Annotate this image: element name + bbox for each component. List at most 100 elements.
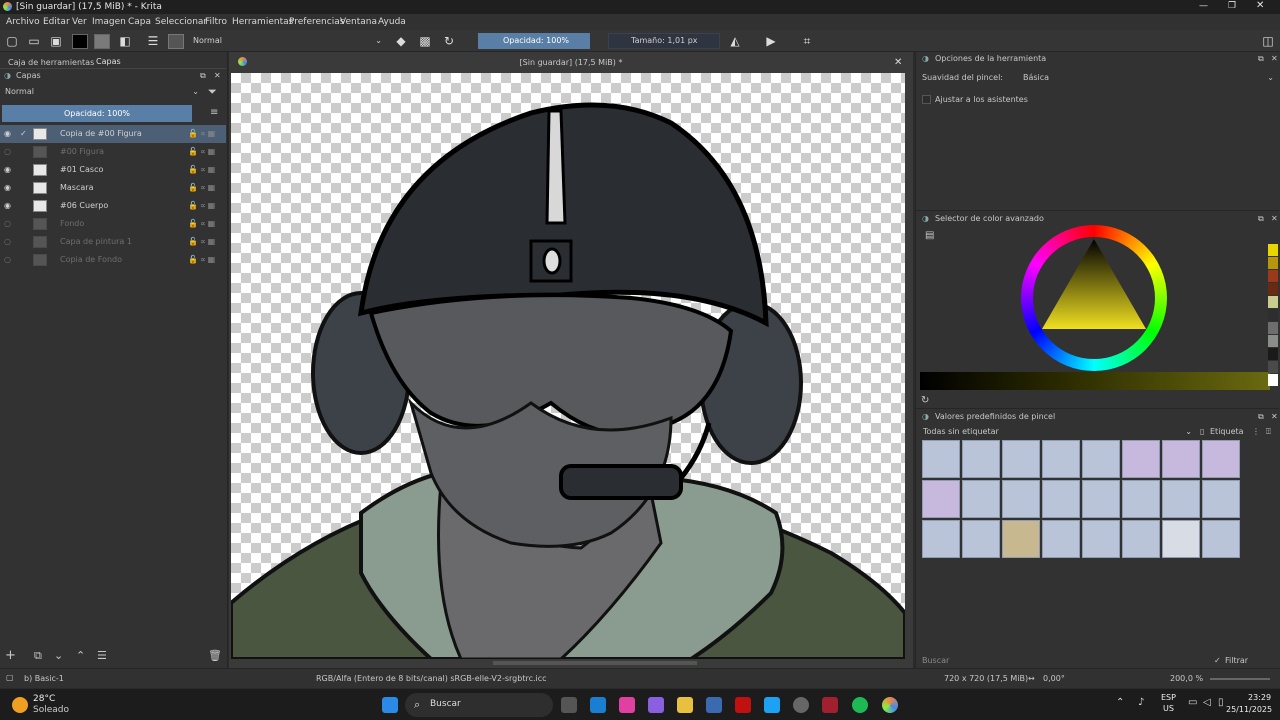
color-swatch[interactable] bbox=[1268, 348, 1278, 360]
menu-capa[interactable]: Capa bbox=[128, 17, 151, 27]
eraser-icon[interactable]: ◆ bbox=[394, 34, 408, 48]
layer-row[interactable]: ◉ Mascara 🔓∝▦ bbox=[0, 179, 226, 197]
float-panel-icon[interactable]: ⧉ bbox=[1258, 212, 1264, 225]
brush-preset-tile[interactable] bbox=[922, 520, 960, 558]
brush-preset-tile[interactable] bbox=[922, 440, 960, 478]
hamburger-menu-icon[interactable]: ≡ bbox=[210, 107, 218, 118]
task-view-icon[interactable] bbox=[561, 697, 577, 713]
windows-start-icon[interactable] bbox=[382, 697, 398, 713]
krita-taskbar-icon[interactable] bbox=[882, 697, 898, 713]
save-icon[interactable]: ▣ bbox=[49, 34, 63, 48]
brush-preset-tile[interactable] bbox=[1162, 520, 1200, 558]
clock-time[interactable]: 23:29 bbox=[1248, 693, 1271, 702]
layer-lock-icon[interactable]: 🔓∝▦ bbox=[188, 215, 217, 233]
color-swatch[interactable] bbox=[1268, 335, 1278, 347]
brush-preset-tile[interactable] bbox=[962, 440, 1000, 478]
brush-preset-tile[interactable] bbox=[1122, 520, 1160, 558]
menu-filtro[interactable]: Filtro bbox=[205, 17, 227, 27]
eye-icon[interactable]: ◉ bbox=[4, 125, 14, 143]
layer-lock-icon[interactable]: 🔓∝▦ bbox=[188, 233, 217, 251]
brush-preset-tile[interactable] bbox=[1002, 440, 1040, 478]
taskbar-search[interactable]: ⌕ Buscar bbox=[405, 693, 553, 717]
brush-preset-tile[interactable] bbox=[1162, 440, 1200, 478]
brush-preset-tile[interactable] bbox=[1002, 520, 1040, 558]
layer-row[interactable]: ◉ #06 Cuerpo 🔓∝▦ bbox=[0, 197, 226, 215]
battery-icon[interactable]: ▯ bbox=[1218, 697, 1224, 708]
layer-row[interactable]: ○ Copia de Fondo 🔓∝▦ bbox=[0, 251, 226, 269]
chevron-up-icon[interactable]: ⌃ bbox=[1116, 697, 1124, 708]
color-swatch[interactable] bbox=[1268, 296, 1278, 308]
app-icon[interactable] bbox=[619, 697, 635, 713]
scrollbar-thumb[interactable] bbox=[493, 661, 697, 665]
brush-preset-tile[interactable] bbox=[1042, 440, 1080, 478]
app-icon[interactable] bbox=[793, 697, 809, 713]
add-layer-icon[interactable]: + bbox=[5, 648, 16, 663]
menu-imagen[interactable]: Imagen bbox=[92, 17, 126, 27]
brush-preset-tile[interactable] bbox=[922, 480, 960, 518]
brush-preset-tile[interactable] bbox=[1202, 440, 1240, 478]
store-icon[interactable] bbox=[706, 697, 722, 713]
layer-lock-icon[interactable]: 🔓∝▦ bbox=[188, 251, 217, 269]
brush-preset-tile[interactable] bbox=[1122, 440, 1160, 478]
color-swatch[interactable] bbox=[1268, 270, 1278, 282]
brush-preset-tile[interactable] bbox=[1002, 480, 1040, 518]
tag-label[interactable]: Etiqueta bbox=[1210, 425, 1244, 438]
menu-preferencias[interactable]: Preferencias bbox=[289, 17, 344, 27]
color-swatch[interactable] bbox=[1268, 283, 1278, 295]
close-panel-icon[interactable]: ✕ bbox=[1271, 52, 1278, 65]
app-icon[interactable] bbox=[822, 697, 838, 713]
file-explorer-icon[interactable] bbox=[677, 697, 693, 713]
copilot-icon[interactable] bbox=[648, 697, 664, 713]
preset-search-input[interactable]: Buscar bbox=[922, 654, 949, 667]
layer-blend-mode-select[interactable]: Normal ⌄ bbox=[2, 85, 202, 99]
alpha-lock-icon[interactable]: ▩ bbox=[418, 34, 432, 48]
reload-preset-icon[interactable]: ↻ bbox=[442, 34, 456, 48]
minimize-button[interactable]: — bbox=[1199, 1, 1208, 11]
menu-ayuda[interactable]: Ayuda bbox=[378, 17, 406, 27]
drawing-canvas[interactable] bbox=[231, 73, 905, 659]
float-panel-icon[interactable]: ⧉ bbox=[200, 69, 206, 82]
duplicate-layer-icon[interactable]: ⧉ bbox=[34, 649, 42, 663]
float-panel-icon[interactable]: ⧉ bbox=[1258, 410, 1264, 423]
layer-row[interactable]: ◉ ✓ Copia de #00 Figura 🔓∝▦ bbox=[0, 125, 226, 143]
netflix-icon[interactable] bbox=[735, 697, 751, 713]
fill-patterns-icon[interactable]: ☰ bbox=[146, 34, 160, 48]
import-preset-icon[interactable]: ⍐ bbox=[1266, 425, 1271, 438]
color-swatch[interactable] bbox=[1268, 361, 1278, 373]
layer-properties-icon[interactable]: ☰ bbox=[97, 649, 107, 662]
crop-icon[interactable]: ⌗ bbox=[800, 34, 814, 48]
menu-ventana[interactable]: Ventana bbox=[340, 17, 377, 27]
menu-seleccionar[interactable]: Seleccionar bbox=[155, 17, 207, 27]
brush-preset-tile[interactable] bbox=[1082, 440, 1120, 478]
brush-preset-tile[interactable] bbox=[1042, 520, 1080, 558]
menu-ver[interactable]: Ver bbox=[72, 17, 87, 27]
network-icon[interactable]: ▭ bbox=[1188, 697, 1197, 708]
eye-hidden-icon[interactable]: ○ bbox=[4, 251, 14, 269]
move-layer-up-icon[interactable]: ⌃ bbox=[76, 649, 85, 662]
eye-hidden-icon[interactable]: ○ bbox=[4, 215, 14, 233]
tab-layers[interactable]: Capas bbox=[96, 55, 121, 68]
color-swatch[interactable] bbox=[1268, 257, 1278, 269]
filter-tag-label[interactable]: Filtrar etiqueta bbox=[1225, 654, 1280, 678]
menu-editar[interactable]: Editar bbox=[43, 17, 70, 27]
brush-preset-tile[interactable] bbox=[1202, 520, 1240, 558]
eye-icon[interactable]: ◉ bbox=[4, 161, 14, 179]
menu-herramientas[interactable]: Herramientas bbox=[232, 17, 293, 27]
delete-layer-icon[interactable]: 🗑 bbox=[208, 649, 222, 662]
layer-lock-icon[interactable]: 🔓∝▦ bbox=[188, 125, 217, 143]
layer-row[interactable]: ○ Fondo 🔓∝▦ bbox=[0, 215, 226, 233]
brush-smoothing-select[interactable]: Básica ⌄ bbox=[1020, 71, 1278, 84]
color-swatch[interactable] bbox=[1268, 244, 1278, 256]
brush-preset-tile[interactable] bbox=[1202, 480, 1240, 518]
eye-icon[interactable]: ◉ bbox=[4, 197, 14, 215]
size-slider[interactable]: Tamaño: 1,01 px bbox=[608, 33, 720, 49]
tag-menu-icon[interactable]: ⋮ bbox=[1252, 425, 1260, 438]
eye-icon[interactable]: ◉ bbox=[4, 179, 14, 197]
language-label[interactable]: ESP bbox=[1161, 693, 1176, 702]
microphone-icon[interactable]: ♪ bbox=[1138, 697, 1144, 708]
spotify-icon[interactable] bbox=[852, 697, 868, 713]
eye-hidden-icon[interactable]: ○ bbox=[4, 233, 14, 251]
float-panel-icon[interactable]: ⧉ bbox=[1258, 52, 1264, 65]
swap-colors-icon[interactable]: ◧ bbox=[118, 34, 132, 48]
menu-archivo[interactable]: Archivo bbox=[6, 17, 40, 27]
